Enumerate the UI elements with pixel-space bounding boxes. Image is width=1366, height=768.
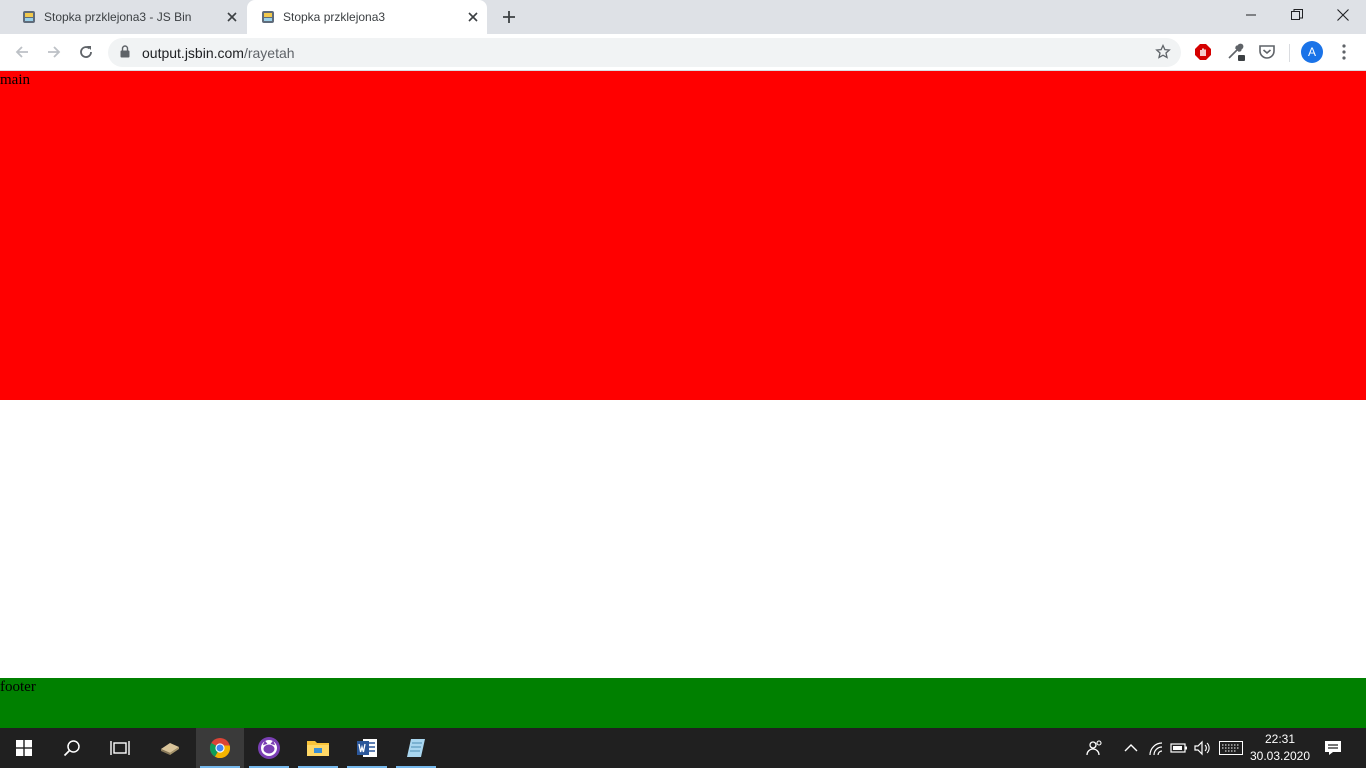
main-text: main	[0, 72, 30, 88]
forward-button[interactable]	[40, 38, 68, 66]
taskbar: 22:31 30.03.2020	[0, 728, 1366, 768]
reload-icon	[80, 46, 92, 58]
close-tab-icon[interactable]	[224, 9, 240, 25]
restore-button[interactable]	[1274, 0, 1320, 30]
address-bar[interactable]: output.jsbin.com/rayetah	[108, 38, 1181, 67]
url-text[interactable]: output.jsbin.com/rayetah	[142, 45, 295, 61]
star-icon[interactable]	[1155, 43, 1171, 65]
speaker-icon[interactable]	[1192, 738, 1212, 758]
task-view-icon	[110, 741, 130, 755]
taskbar-app-file-explorer[interactable]	[294, 728, 342, 768]
search-icon	[63, 740, 80, 757]
jsbin-favicon-icon	[22, 10, 36, 24]
clock-date: 30.03.2020	[1249, 749, 1311, 763]
search-button[interactable]	[48, 728, 96, 768]
reload-button[interactable]	[72, 38, 100, 66]
url-path: /rayetah	[243, 45, 295, 61]
start-button[interactable]	[0, 728, 48, 768]
close-window-button[interactable]	[1320, 0, 1366, 30]
close-icon	[1337, 9, 1349, 21]
notepad-icon	[407, 739, 425, 757]
taskbar-app-legacy[interactable]	[146, 728, 194, 768]
page-viewport: main footer	[0, 71, 1366, 728]
pocket-icon[interactable]	[1257, 42, 1277, 62]
restore-icon	[1291, 9, 1303, 20]
taskbar-app-word[interactable]	[343, 728, 391, 768]
footer-text: footer	[0, 679, 36, 695]
minimize-button[interactable]	[1228, 0, 1274, 30]
arrow-right-icon	[48, 46, 61, 58]
kebab-menu-icon[interactable]	[1334, 42, 1354, 62]
notifications-icon[interactable]	[1323, 738, 1343, 758]
plus-icon	[503, 11, 515, 23]
minimize-icon	[1246, 14, 1256, 16]
profile-avatar[interactable]: A	[1301, 41, 1323, 63]
battery-icon[interactable]	[1169, 738, 1189, 758]
tab-jsbin-editor[interactable]: Stopka przklejona3 - JS Bin	[8, 0, 246, 34]
chevron-up-icon[interactable]	[1121, 738, 1141, 758]
task-view-button[interactable]	[96, 728, 144, 768]
clock-time: 22:31	[1264, 732, 1296, 746]
browser-toolbar: output.jsbin.com/rayetah A	[0, 34, 1366, 71]
tab-strip: Stopka przklejona3 - JS Bin Stopka przkl…	[0, 0, 1366, 34]
keyboard-icon[interactable]	[1219, 738, 1243, 758]
tab-title: Stopka przklejona3 - JS Bin	[44, 10, 192, 24]
folder-icon	[307, 741, 329, 756]
toolbar-divider	[1289, 44, 1290, 62]
jsbin-favicon-icon	[261, 10, 275, 24]
taskbar-app-chrome[interactable]	[196, 728, 244, 768]
url-host: output.jsbin.com	[142, 45, 244, 61]
stop-hand-icon[interactable]	[1193, 42, 1213, 62]
taskbar-app-notepad[interactable]	[392, 728, 440, 768]
arrow-left-icon	[15, 46, 28, 58]
close-tab-icon[interactable]	[465, 9, 481, 25]
word-icon	[357, 739, 377, 757]
chrome-icon	[209, 738, 231, 759]
footer-section: footer	[0, 678, 1366, 728]
taskbar-app-cat[interactable]	[245, 728, 293, 768]
network-icon[interactable]	[1147, 738, 1167, 758]
windows-logo-icon	[16, 740, 32, 756]
system-clock[interactable]: 22:31 30.03.2020	[1246, 731, 1314, 765]
new-tab-button[interactable]	[499, 7, 519, 27]
people-icon[interactable]	[1085, 738, 1105, 758]
main-section: main	[0, 71, 1366, 400]
hard-drive-icon	[161, 743, 179, 755]
tab-title: Stopka przklejona3	[283, 10, 386, 24]
cat-app-icon	[258, 737, 280, 759]
eyedropper-icon[interactable]	[1226, 42, 1246, 62]
tab-output[interactable]: Stopka przklejona3	[247, 0, 487, 34]
lock-icon[interactable]	[120, 45, 130, 63]
back-button[interactable]	[8, 38, 36, 66]
